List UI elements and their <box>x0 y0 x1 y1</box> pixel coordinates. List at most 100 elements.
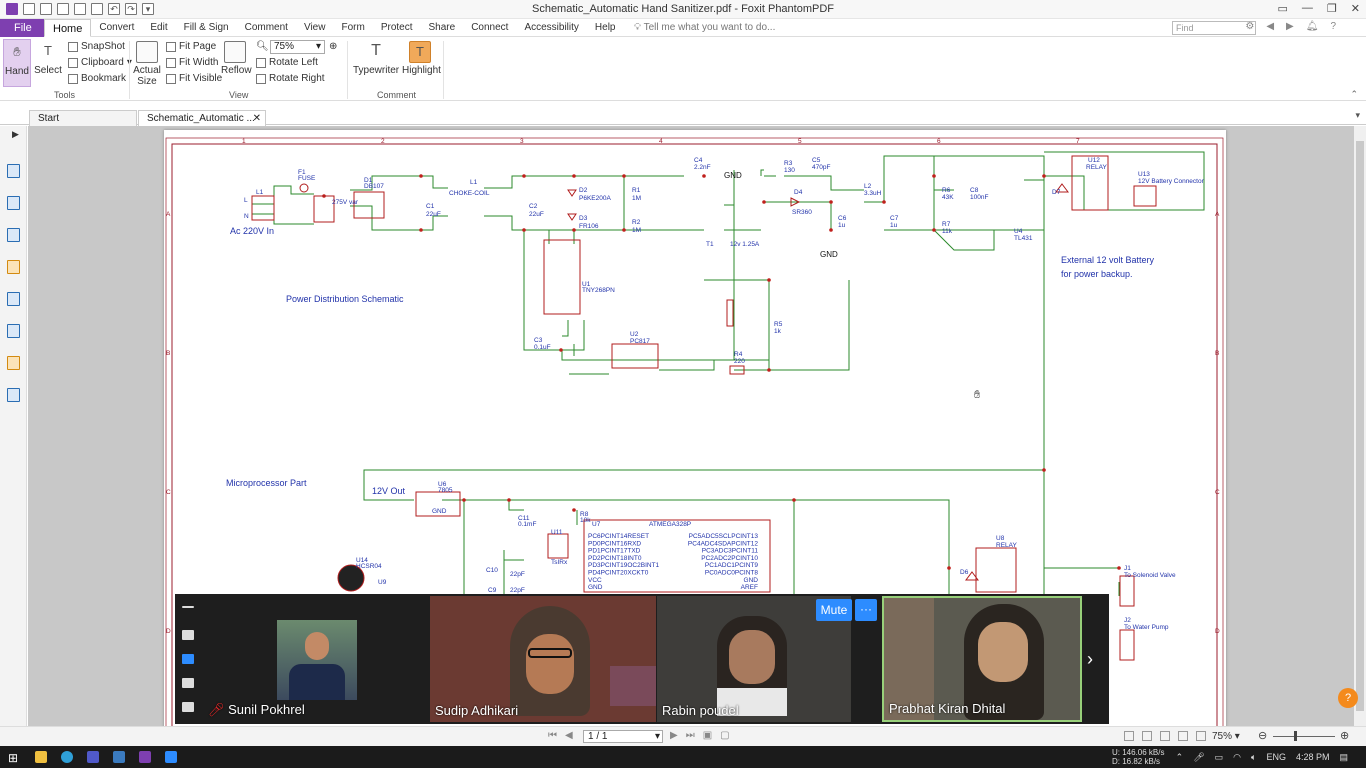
tab-document[interactable]: Schematic_Automatic ... ✕ <box>138 110 266 126</box>
menu-comment[interactable]: Comment <box>237 19 296 37</box>
snapshot-button[interactable]: SnapShot <box>68 41 125 52</box>
hide-video-icon[interactable] <box>182 702 194 712</box>
fit-visible-button[interactable]: Fit Visible <box>166 73 222 84</box>
camera-tray-icon[interactable]: ▭ <box>1215 752 1224 763</box>
facing-page-icon[interactable] <box>1160 731 1170 741</box>
minimize-strip-icon[interactable] <box>182 606 194 608</box>
continuous-page-icon[interactable] <box>1142 731 1152 741</box>
bookmark-button[interactable]: Bookmark <box>68 73 126 84</box>
pages-icon[interactable] <box>7 164 20 178</box>
scrollbar-thumb[interactable] <box>1356 141 1364 711</box>
teams-icon[interactable] <box>87 751 99 763</box>
zoom-slider[interactable] <box>1273 736 1335 737</box>
strip-view-icon[interactable] <box>182 654 194 664</box>
prev-page-icon[interactable]: ◀ <box>565 730 573 741</box>
windows-start-icon[interactable]: ⊞ <box>8 751 18 765</box>
collapse-ribbon-icon[interactable]: ⌃ <box>1350 89 1358 100</box>
ribbon-display-icon[interactable]: ▭ <box>1278 2 1288 15</box>
mute-button[interactable]: Mute <box>816 599 852 621</box>
notifications-icon[interactable]: ▤ <box>1339 752 1348 763</box>
rotate-left-button[interactable]: Rotate Left <box>256 57 318 68</box>
microphone-icon[interactable]: 🎤︎ <box>1193 752 1204 763</box>
clock[interactable]: 4:28 PM <box>1296 752 1330 762</box>
zoom-in-icon[interactable]: ⊕ <box>329 41 337 52</box>
volume-icon[interactable]: 🔈︎ <box>1251 752 1256 763</box>
participant-tile-prabhat[interactable]: Prabhat Kiran Dhital <box>882 596 1082 722</box>
tray-chevron-icon[interactable]: ⌃ <box>1176 752 1184 763</box>
zoom-level[interactable]: 75% ▾ <box>1212 731 1240 742</box>
close-tab-icon[interactable]: ✕ <box>253 111 261 126</box>
tab-list-icon[interactable]: ▾ <box>1355 110 1360 121</box>
select-tool-button[interactable]: T Select <box>34 39 62 76</box>
more-options-button[interactable]: ··· <box>855 599 877 621</box>
next-page-icon[interactable]: ▶ <box>670 730 678 741</box>
reflow-button[interactable]: Reflow <box>221 39 252 76</box>
rotate-right-button[interactable]: Rotate Right <box>256 73 325 84</box>
menu-home[interactable]: Home <box>44 19 92 37</box>
zoom-slider-thumb[interactable] <box>1294 731 1297 741</box>
menu-share[interactable]: Share <box>421 19 464 37</box>
menu-help[interactable]: Help <box>587 19 624 37</box>
notification-icon[interactable]: 🔔︎ <box>1306 21 1319 32</box>
help-bubble-icon[interactable]: ? <box>1338 688 1358 708</box>
attachments-icon[interactable] <box>7 292 20 306</box>
layers-icon[interactable] <box>7 228 20 242</box>
zoom-out-icon[interactable]: 🔍︎ <box>256 41 269 52</box>
maximize-button[interactable]: ❐ <box>1327 2 1337 15</box>
find-input[interactable]: Find <box>1172 21 1256 35</box>
wifi-icon[interactable]: ◠ <box>1233 752 1241 763</box>
menu-form[interactable]: Form <box>333 19 372 37</box>
hand-tool-button[interactable]: ✋︎ Hand <box>3 39 31 87</box>
actual-size-button[interactable]: Actual Size <box>133 39 161 87</box>
menu-view[interactable]: View <box>296 19 334 37</box>
highlight-button[interactable]: T Highlight <box>402 39 441 76</box>
edge-icon[interactable] <box>61 751 73 763</box>
vertical-scrollbar[interactable] <box>1354 126 1366 726</box>
split-view-icon[interactable] <box>1196 731 1206 741</box>
signatures-icon[interactable] <box>7 324 20 338</box>
foxit-icon[interactable] <box>139 751 151 763</box>
search-tools-icon[interactable] <box>7 388 20 402</box>
participant-tile-sudip[interactable]: Sudip Adhikari <box>430 596 656 722</box>
tab-start[interactable]: Start <box>29 110 137 126</box>
fit-page-button[interactable]: Fit Page <box>166 41 216 52</box>
zoom-select[interactable]: 75% ▾ <box>270 40 325 54</box>
chevron-right-icon[interactable]: › <box>1087 649 1093 670</box>
rotate-view-icon[interactable]: ▣ <box>703 730 712 741</box>
back-icon[interactable]: ◀ <box>1266 21 1274 32</box>
tell-me-search[interactable]: 💡︎ Tell me what you want to do... <box>634 22 775 33</box>
menu-edit[interactable]: Edit <box>142 19 175 37</box>
menu-accessibility[interactable]: Accessibility <box>516 19 586 37</box>
file-explorer-icon[interactable] <box>35 751 47 763</box>
clipboard-button[interactable]: Clipboard▾ <box>68 57 132 68</box>
comments-icon[interactable] <box>7 260 20 274</box>
zoom-out-status-icon[interactable]: ⊖ <box>1258 729 1267 742</box>
first-page-icon[interactable]: ⏮ <box>548 730 557 741</box>
menu-fill-sign[interactable]: Fill & Sign <box>176 19 237 37</box>
minimize-button[interactable]: — <box>1302 2 1313 15</box>
gallery-view-icon[interactable] <box>182 678 194 688</box>
settings-icon[interactable]: ⚙ <box>1245 21 1254 32</box>
continuous-facing-icon[interactable] <box>1178 731 1188 741</box>
menu-connect[interactable]: Connect <box>463 19 516 37</box>
file-menu[interactable]: File <box>0 19 44 37</box>
fit-view-icon[interactable]: ▢ <box>720 730 729 741</box>
page-number-input[interactable]: 1 / 1 ▾ <box>583 730 663 743</box>
forward-icon[interactable]: ▶ <box>1286 21 1294 32</box>
language-indicator[interactable]: ENG <box>1266 752 1286 762</box>
single-view-icon[interactable] <box>182 630 194 640</box>
last-page-icon[interactable]: ⏭ <box>686 730 695 741</box>
participant-tile-sunil[interactable]: 🎤︎ Sunil Pokhrel <box>203 596 429 722</box>
menu-convert[interactable]: Convert <box>91 19 142 37</box>
security-icon[interactable] <box>7 356 20 370</box>
single-page-icon[interactable] <box>1124 731 1134 741</box>
bookmarks-icon[interactable] <box>7 196 20 210</box>
zoom-in-status-icon[interactable]: ⊕ <box>1340 729 1349 742</box>
help-icon[interactable]: ? <box>1330 21 1336 32</box>
zoom-app-icon[interactable] <box>165 751 177 763</box>
expand-panel-icon[interactable]: ▶ <box>12 129 19 140</box>
close-button[interactable]: ✕ <box>1351 2 1360 15</box>
fit-width-button[interactable]: Fit Width <box>166 57 218 68</box>
menu-protect[interactable]: Protect <box>373 19 421 37</box>
typewriter-button[interactable]: T Typewriter <box>353 39 399 76</box>
